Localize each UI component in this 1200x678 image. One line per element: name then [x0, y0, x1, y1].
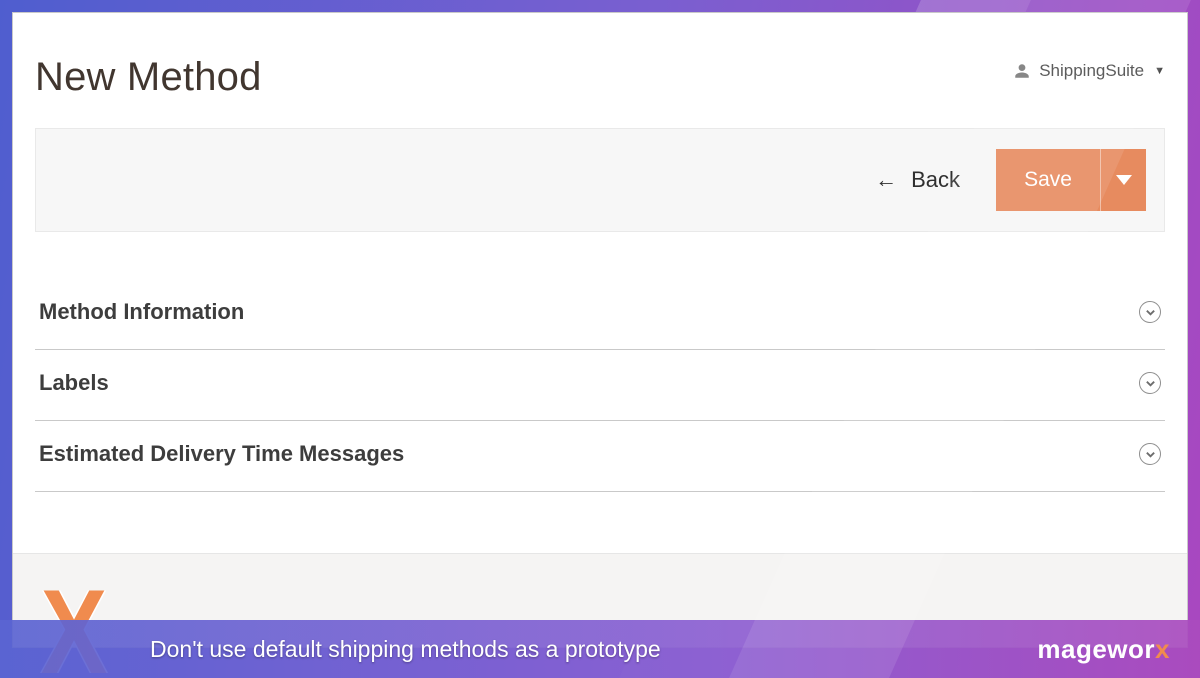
save-dropdown-toggle[interactable]: [1100, 149, 1146, 211]
save-button[interactable]: Save: [996, 149, 1100, 211]
action-bar: ← Back Save: [35, 128, 1165, 232]
caret-down-icon: ▼: [1154, 65, 1165, 77]
section-method-information[interactable]: Method Information: [35, 298, 1165, 350]
section-title: Labels: [39, 370, 109, 396]
chevron-down-icon: [1139, 372, 1161, 394]
back-button[interactable]: ← Back: [875, 167, 960, 193]
banner-message: Don't use default shipping methods as a …: [150, 636, 661, 663]
frame-border: New Method ShippingSuite ▼ ← Back Save M…: [0, 0, 1200, 678]
user-name: ShippingSuite: [1039, 61, 1144, 81]
user-menu[interactable]: ShippingSuite ▼: [1013, 55, 1165, 81]
section-title: Method Information: [39, 299, 244, 325]
user-icon: [1013, 62, 1031, 80]
bottom-banner: Don't use default shipping methods as a …: [0, 620, 1200, 678]
save-button-group: Save: [996, 149, 1146, 211]
admin-panel: New Method ShippingSuite ▼ ← Back Save M…: [12, 12, 1188, 648]
section-estimated-delivery[interactable]: Estimated Delivery Time Messages: [35, 421, 1165, 492]
brand-logo: mageworx: [1037, 634, 1170, 665]
header: New Method ShippingSuite ▼: [35, 13, 1165, 100]
page-title: New Method: [35, 55, 262, 100]
brand-suffix: x: [1155, 634, 1170, 664]
section-title: Estimated Delivery Time Messages: [39, 441, 404, 467]
triangle-down-icon: [1116, 175, 1132, 185]
chevron-down-icon: [1139, 443, 1161, 465]
sections-list: Method Information Labels Estimated Deli…: [35, 298, 1165, 492]
arrow-left-icon: ←: [875, 169, 897, 191]
back-label: Back: [911, 167, 960, 193]
brand-prefix: magewor: [1037, 634, 1155, 664]
section-labels[interactable]: Labels: [35, 350, 1165, 421]
chevron-down-icon: [1139, 301, 1161, 323]
